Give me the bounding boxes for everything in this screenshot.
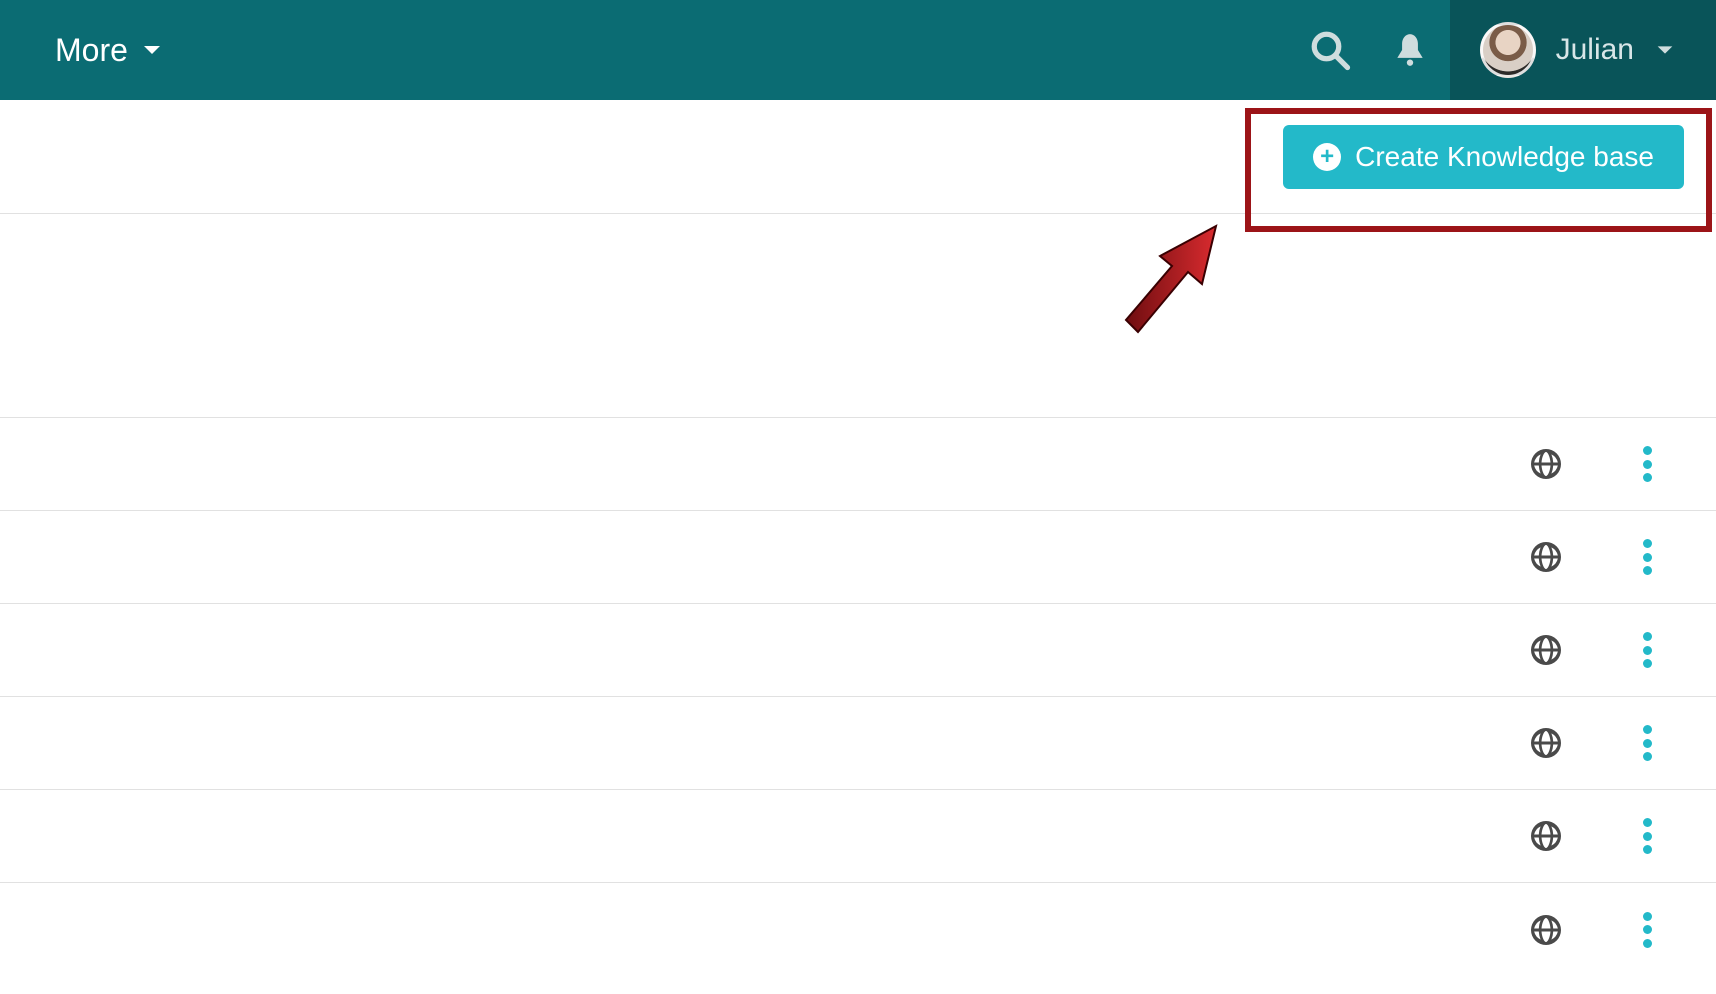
search-icon: [1309, 29, 1351, 71]
globe-icon: [1528, 725, 1564, 761]
row-actions-button[interactable]: [1634, 912, 1660, 948]
globe-icon: [1528, 446, 1564, 482]
search-button[interactable]: [1290, 0, 1370, 100]
user-name: Julian: [1556, 33, 1634, 67]
list: [0, 418, 1716, 976]
row-actions-button[interactable]: [1634, 632, 1660, 668]
list-item[interactable]: [0, 604, 1716, 697]
globe-icon: [1528, 539, 1564, 575]
bell-icon: [1391, 31, 1429, 69]
row-actions-button[interactable]: [1634, 725, 1660, 761]
avatar: [1480, 22, 1536, 78]
row-actions-button[interactable]: [1634, 539, 1660, 575]
header-right: Julian: [1290, 0, 1716, 100]
content-spacer: [0, 214, 1716, 418]
more-menu-button[interactable]: More: [55, 32, 164, 69]
toolbar: + Create Knowledge base: [0, 100, 1716, 214]
plus-circle-icon: +: [1313, 143, 1341, 171]
row-actions-button[interactable]: [1634, 818, 1660, 854]
notifications-button[interactable]: [1370, 0, 1450, 100]
chevron-down-icon: [140, 38, 164, 62]
list-item[interactable]: [0, 511, 1716, 604]
chevron-down-icon: [1654, 39, 1676, 61]
app-header: More Julian: [0, 0, 1716, 100]
create-knowledge-base-button[interactable]: + Create Knowledge base: [1283, 125, 1684, 189]
list-item[interactable]: [0, 790, 1716, 883]
globe-icon: [1528, 632, 1564, 668]
list-item[interactable]: [0, 418, 1716, 511]
more-label: More: [55, 32, 128, 69]
globe-icon: [1528, 818, 1564, 854]
list-item[interactable]: [0, 883, 1716, 976]
list-item[interactable]: [0, 697, 1716, 790]
header-left: More: [0, 32, 164, 69]
create-button-label: Create Knowledge base: [1355, 141, 1654, 173]
row-actions-button[interactable]: [1634, 446, 1660, 482]
globe-icon: [1528, 912, 1564, 948]
user-menu-button[interactable]: Julian: [1450, 0, 1716, 100]
